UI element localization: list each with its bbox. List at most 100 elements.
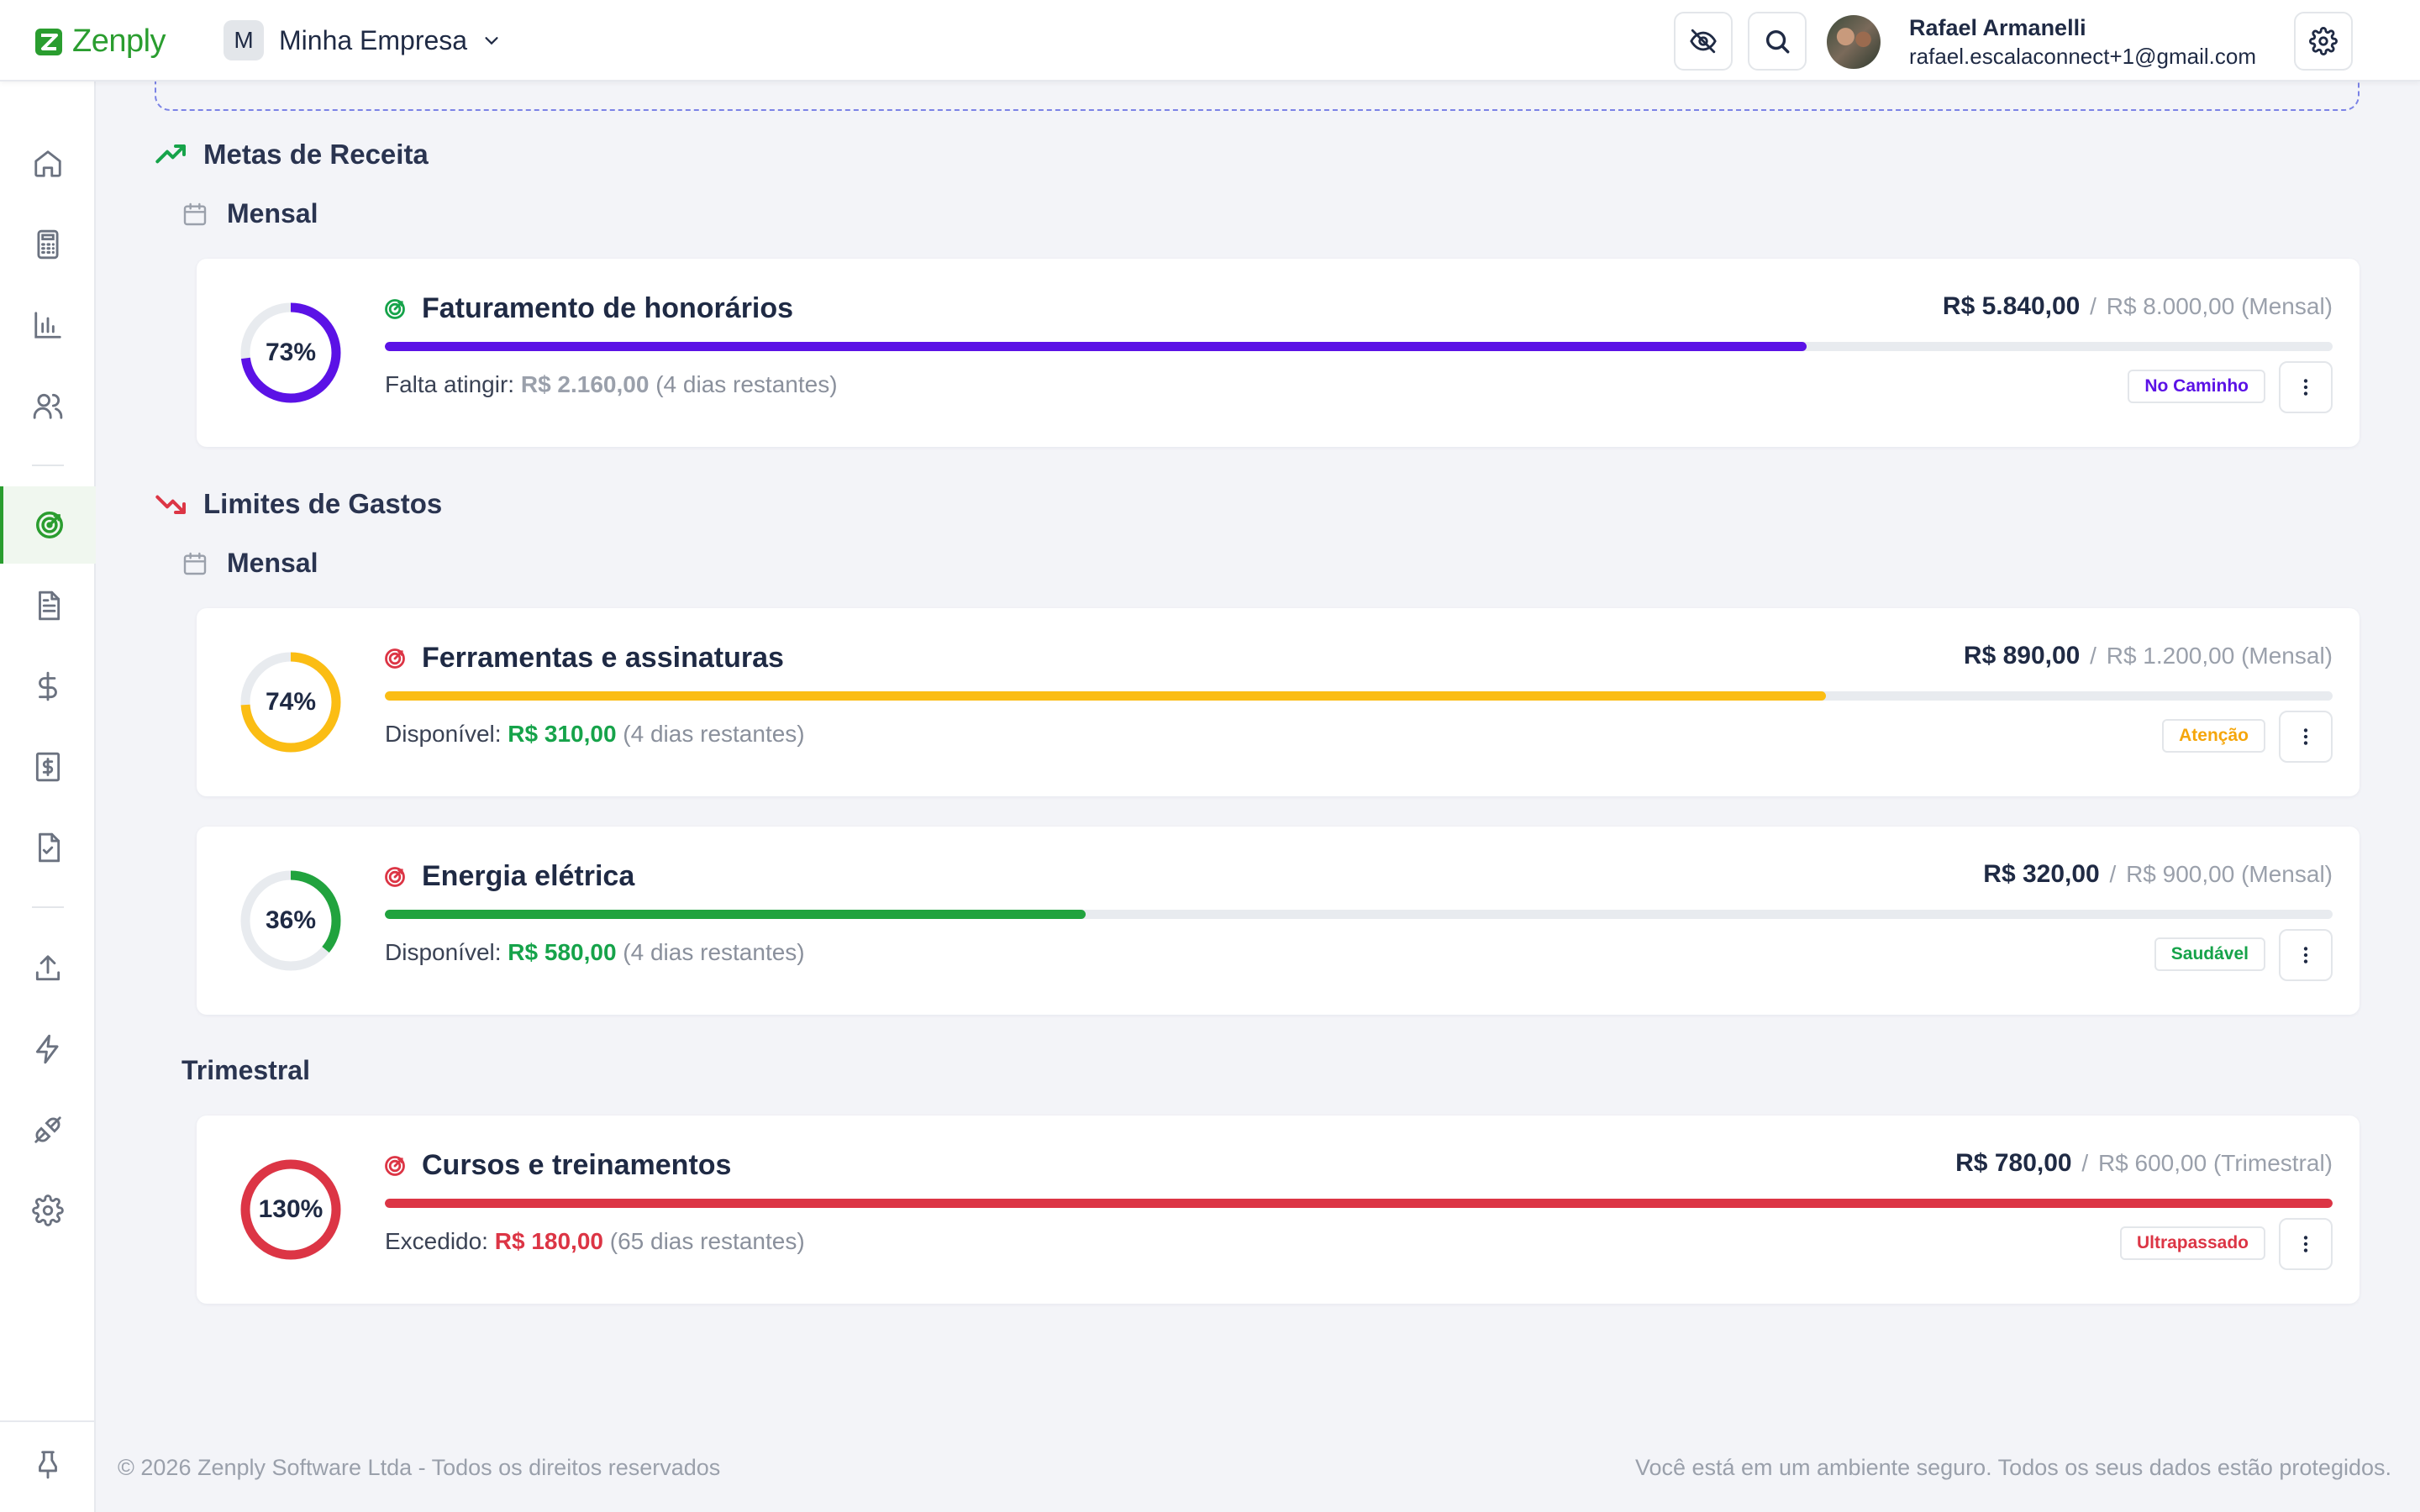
more-options-button[interactable] [2279, 711, 2333, 763]
sidebar [0, 81, 96, 1512]
sidebar-pin-button[interactable] [0, 1425, 96, 1503]
document-icon [39, 591, 60, 621]
target-amount: R$ 600,00 [2097, 1150, 2207, 1176]
progress-bar [385, 342, 2333, 351]
footer-copyright: © 2026 Zenply Software Ltda - Todos os d… [118, 1455, 721, 1480]
limit-summary: Excedido: R$ 180,00 (65 dias restantes) [385, 1228, 805, 1255]
sidebar-item-integrations[interactable] [0, 1091, 96, 1168]
goal-amounts: R$ 5.840,00 / R$ 8.000,00 (Mensal) [1942, 292, 2333, 320]
limit-title: Energia elétrica [422, 860, 635, 892]
period-text: Mensal [227, 548, 318, 578]
progress-fill [385, 342, 1807, 351]
summary-label: Falta atingir: [385, 371, 515, 397]
quarterly-period-label: Trimestral [182, 1055, 310, 1085]
more-vertical-icon [2303, 1236, 2308, 1252]
sidebar-divider [32, 465, 64, 466]
more-options-button[interactable] [2279, 929, 2333, 981]
progress-fill [385, 1199, 2333, 1208]
current-amount: R$ 5.840,00 [1942, 292, 2081, 320]
sidebar-item-users[interactable] [0, 367, 96, 444]
progress-percent: 36% [265, 906, 317, 934]
expenses-title-text: Limites de Gastos [203, 488, 443, 519]
limit-amounts: R$ 320,00 / R$ 900,00 (Mensal) [1983, 860, 2333, 888]
user-email: rafael.escalaconnect+1@gmail.com [1909, 44, 2256, 69]
company-name: Minha Empresa [279, 24, 468, 55]
progress-bar [385, 1199, 2333, 1208]
progress-fill [385, 910, 1086, 919]
home-icon [34, 150, 61, 177]
limit-summary: Disponível: R$ 580,00 (4 dias restantes) [385, 939, 805, 966]
sidebar-item-finance[interactable] [0, 648, 96, 725]
progress-percent: 73% [265, 339, 317, 366]
limit-amounts: R$ 780,00 / R$ 600,00 (Trimestral) [1955, 1149, 2333, 1177]
target-amount: R$ 900,00 [2126, 861, 2235, 887]
sidebar-item-home[interactable] [0, 125, 96, 202]
period-text: Mensal [227, 198, 318, 228]
sidebar-item-tasks[interactable] [0, 809, 96, 886]
days-remaining: (4 dias restantes) [655, 371, 838, 397]
days-remaining: (4 dias restantes) [623, 939, 805, 965]
sidebar-item-upload[interactable] [0, 930, 96, 1007]
hide-values-button[interactable] [1674, 12, 1733, 71]
calculator-icon [37, 229, 59, 260]
more-vertical-icon [2303, 947, 2308, 963]
sidebar-footer-divider [0, 1420, 96, 1422]
summary-label: Disponível: [385, 939, 502, 965]
goal-title: Faturamento de honorários [422, 292, 794, 324]
status-badge: Saudável [2154, 937, 2265, 971]
sidebar-item-settings[interactable] [0, 1172, 96, 1249]
user-name: Rafael Armanelli [1909, 15, 2086, 40]
gear-icon [2309, 27, 2338, 55]
progress-bar [385, 910, 2333, 919]
sidebar-item-calculator[interactable] [0, 206, 96, 283]
footer-security-note: Você está em um ambiente seguro. Todos o… [1634, 1455, 2391, 1480]
sidebar-item-invoices[interactable] [0, 728, 96, 806]
company-selector[interactable]: M Minha Empresa [224, 20, 501, 60]
status-badge: Atenção [2162, 719, 2265, 753]
upload-icon [35, 955, 60, 981]
sidebar-item-documents[interactable] [0, 567, 96, 644]
avatar[interactable] [1827, 15, 1881, 69]
plug-icon [34, 1116, 61, 1143]
zenply-logo-icon [35, 28, 62, 55]
users-icon [33, 393, 63, 419]
limit-title: Ferramentas e assinaturas [422, 642, 784, 674]
expenses-period-label: Mensal [182, 548, 318, 579]
summary-amount: R$ 180,00 [494, 1228, 603, 1254]
summary-label: Excedido: [385, 1228, 488, 1254]
summary-amount: R$ 580,00 [508, 939, 617, 965]
chevron-down-icon [485, 37, 498, 45]
current-amount: R$ 780,00 [1955, 1149, 2072, 1177]
goal-period: (Mensal) [2241, 293, 2333, 319]
settings-button[interactable] [2294, 12, 2353, 71]
brand-logo[interactable]: Zenply [34, 24, 166, 60]
days-remaining: (4 dias restantes) [623, 721, 805, 747]
goal-summary: Falta atingir: R$ 2.160,00 (4 dias resta… [385, 371, 838, 398]
progress-fill [385, 691, 1827, 701]
pin-icon [39, 1451, 57, 1479]
target-amount: R$ 1.200,00 [2106, 643, 2235, 669]
revenue-period-label: Mensal [182, 198, 318, 229]
company-initial: M [224, 20, 264, 60]
search-button[interactable] [1748, 12, 1807, 71]
goal-target-icon [385, 299, 405, 319]
trending-down-icon [155, 495, 186, 514]
limit-card: 130% Cursos e treinamentos R$ 780,00 / R… [197, 1116, 2360, 1304]
calendar-icon [183, 552, 207, 575]
limit-target-icon [385, 1156, 405, 1176]
summary-amount: R$ 2.160,00 [520, 371, 650, 397]
top-header: Zenply M Minha Empresa Rafael Armanelli … [0, 0, 2420, 81]
sidebar-item-automations[interactable] [0, 1011, 96, 1088]
more-options-button[interactable] [2279, 1218, 2333, 1270]
limit-target-icon [385, 867, 405, 887]
more-options-button[interactable] [2279, 361, 2333, 413]
summary-amount: R$ 310,00 [508, 721, 617, 747]
limit-card: 74% Ferramentas e assinaturas R$ 890,00 … [197, 608, 2360, 796]
sidebar-item-reports[interactable] [0, 286, 96, 364]
sidebar-item-goals[interactable] [0, 486, 96, 564]
limit-period: (Mensal) [2241, 643, 2333, 669]
trending-up-icon [155, 144, 186, 164]
limit-period: (Trimestral) [2212, 1150, 2333, 1176]
app-name: Zenply [72, 24, 166, 59]
limit-amounts: R$ 890,00 / R$ 1.200,00 (Mensal) [1963, 642, 2333, 669]
